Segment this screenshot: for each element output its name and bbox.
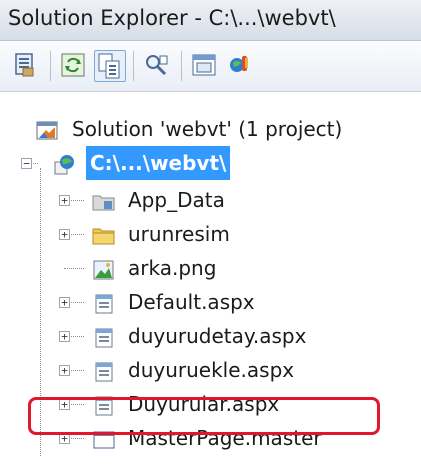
show-all-files-icon	[98, 53, 120, 79]
tree-item-label: C:\...\webvt\	[86, 146, 231, 180]
refresh-button[interactable]	[58, 50, 90, 82]
tree-item-label: duyurudetay.aspx	[128, 324, 307, 348]
view-designer-icon	[192, 54, 216, 76]
aspx-page-icon	[92, 325, 116, 348]
properties-button[interactable]	[10, 50, 42, 82]
expand-toggle[interactable]: +	[59, 297, 70, 308]
tree-item-default-aspx[interactable]: Default.aspx	[86, 285, 386, 319]
toolbar	[0, 41, 421, 92]
show-all-files-button[interactable]	[94, 50, 126, 82]
special-folder-icon	[92, 189, 116, 211]
expand-toggle[interactable]: +	[59, 229, 70, 240]
web-project-icon	[52, 152, 76, 175]
toolbar-separator	[50, 51, 51, 81]
refresh-icon	[61, 53, 85, 77]
title-bar: Solution Explorer - C:\...\webvt\	[0, 0, 421, 41]
aspx-page-icon	[92, 291, 116, 314]
solution-explorer-panel: Solution Explorer - C:\...\webvt\ Soluti…	[0, 0, 421, 470]
solution-icon	[36, 118, 60, 140]
tree-item-arka-png[interactable]: arka.png	[86, 251, 386, 285]
image-file-icon	[92, 257, 116, 280]
tree-item-urunresim[interactable]: urunresim	[86, 217, 386, 251]
toolbar-separator	[133, 51, 134, 81]
expand-toggle[interactable]: +	[59, 365, 70, 376]
tree-item-solution[interactable]: Solution 'webvt' (1 project)	[30, 112, 410, 146]
aspx-page-icon	[92, 359, 116, 382]
panel-title: Solution Explorer - C:\...\webvt\	[8, 6, 336, 30]
tree-item-label: arka.png	[128, 256, 217, 280]
toolbar-separator	[181, 51, 182, 81]
tree-item-app-data[interactable]: App_Data	[86, 183, 386, 217]
properties-icon	[15, 53, 34, 77]
tree-item-label: Solution 'webvt' (1 project)	[72, 117, 343, 141]
copy-website-icon	[230, 56, 248, 72]
tree-connector	[64, 268, 84, 269]
collapse-toggle[interactable]: −	[21, 158, 32, 169]
view-code-button[interactable]	[141, 50, 173, 82]
folder-icon	[92, 223, 116, 245]
tree-item-label: urunresim	[128, 222, 230, 246]
view-designer-button[interactable]	[189, 50, 221, 82]
expand-toggle[interactable]: +	[59, 195, 70, 206]
expand-toggle[interactable]: +	[59, 331, 70, 342]
annotation-highlight	[28, 397, 380, 435]
tree-item-duyurudetay-aspx[interactable]: duyurudetay.aspx	[86, 319, 386, 353]
copy-website-button[interactable]	[225, 50, 257, 82]
tree-item-label: Default.aspx	[128, 290, 255, 314]
view-code-icon	[146, 55, 168, 76]
tree-item-duyuruekle-aspx[interactable]: duyuruekle.aspx	[86, 353, 386, 387]
tree-item-label: App_Data	[128, 188, 225, 212]
tree-item-project[interactable]: C:\...\webvt\	[46, 146, 276, 180]
tree-item-label: duyuruekle.aspx	[128, 358, 295, 382]
